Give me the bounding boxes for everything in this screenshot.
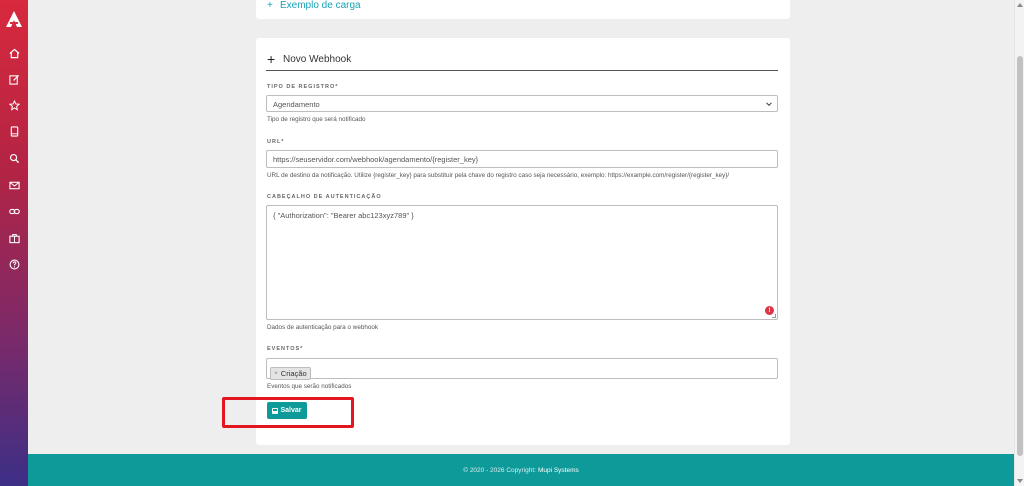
help-icon[interactable] [7, 257, 21, 271]
resize-handle[interactable] [772, 314, 776, 318]
event-tag: × Criação [270, 367, 311, 380]
example-payload-link[interactable]: Exemplo de carga [280, 0, 361, 11]
brand-link[interactable]: Mupi Systems [538, 467, 579, 474]
auth-header-textarea[interactable]: { "Authorization": "Bearer abc123xyz789"… [266, 205, 778, 320]
scroll-up-icon[interactable] [1017, 3, 1023, 7]
plus-icon[interactable]: + [267, 52, 275, 66]
copyright-text: © 2020 - 2026 Copyright: [463, 466, 536, 474]
new-webhook-card: + Novo Webhook TIPO DE REGISTRO* Agendam… [256, 38, 790, 445]
event-tag-label: Criação [280, 369, 307, 378]
record-type-select[interactable]: Agendamento [266, 95, 778, 112]
remove-tag-icon[interactable]: × [274, 370, 278, 377]
home-icon[interactable] [7, 46, 21, 60]
auth-header-help: Dados de autenticação para o webhook [267, 324, 378, 331]
scrollbar[interactable] [1014, 0, 1024, 486]
url-input[interactable]: https://seuservidor.com/webhook/agendame… [266, 150, 778, 168]
auth-header-label: CABEÇALHO DE AUTENTICAÇÃO [267, 194, 382, 200]
star-icon[interactable] [7, 98, 21, 112]
book-icon[interactable] [7, 124, 21, 138]
auth-header-value: { "Authorization": "Bearer abc123xyz789"… [273, 211, 414, 220]
card-title[interactable]: Novo Webhook [283, 54, 351, 65]
title-divider [266, 70, 778, 71]
url-label: URL* [267, 139, 285, 145]
chevron-down-icon [766, 102, 772, 107]
briefcase-icon[interactable] [7, 231, 21, 245]
link-icon[interactable] [7, 204, 21, 218]
logo-icon[interactable] [4, 9, 24, 29]
search-icon[interactable] [7, 151, 21, 165]
footer: © 2020 - 2026 Copyright: Mupi Systems [28, 454, 1014, 486]
highlight-box [222, 397, 354, 428]
record-type-help: Tipo de registro que será notificado [267, 116, 366, 123]
events-label: EVENTOS* [267, 346, 304, 352]
scroll-down-icon[interactable] [1017, 479, 1023, 483]
edit-icon[interactable] [7, 72, 21, 86]
scrollbar-thumb[interactable] [1017, 56, 1023, 456]
sidebar [0, 0, 28, 486]
record-type-label: TIPO DE REGISTRO* [267, 84, 339, 90]
plus-icon[interactable]: + [267, 0, 273, 11]
example-card: + Exemplo de carga [256, 0, 790, 19]
url-help: URL de destino da notificação. Utilize {… [267, 172, 730, 179]
events-multiselect[interactable]: × Criação [266, 358, 778, 380]
record-type-value: Agendamento [273, 100, 320, 109]
events-help: Eventos que serão notificados [267, 383, 352, 390]
mail-icon[interactable] [7, 178, 21, 192]
